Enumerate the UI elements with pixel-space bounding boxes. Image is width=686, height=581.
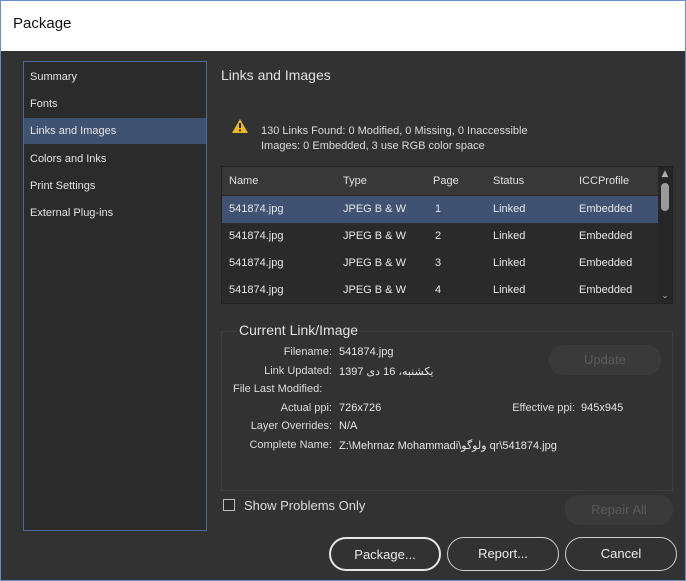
table-row[interactable]: 541874.jpg JPEG B & W 3 Linked Embedded [222, 250, 658, 277]
table-scrollbar[interactable]: ▲ ⌄ [658, 167, 672, 303]
cell-name: 541874.jpg [229, 203, 284, 215]
update-button[interactable]: Update [549, 345, 661, 375]
report-button[interactable]: Report... [447, 537, 559, 571]
actual-ppi-value: 726x726 [339, 402, 382, 414]
filename-label: Filename: [283, 346, 332, 358]
cell-name: 541874.jpg [229, 284, 284, 296]
layer-overrides-label: Layer Overrides: [250, 420, 332, 432]
cell-status: Linked [493, 284, 526, 296]
repair-all-button[interactable]: Repair All [565, 495, 673, 525]
cell-status: Linked [493, 230, 526, 242]
column-header-page[interactable]: Page [433, 167, 459, 195]
cell-page: 2 [435, 230, 442, 242]
cell-iccprofile: Embedded [579, 230, 633, 242]
sidebar: Summary Fonts Links and Images Colors an… [23, 61, 207, 531]
cell-status: Linked [493, 203, 526, 215]
filename-value: 541874.jpg [339, 346, 394, 358]
sidebar-item-links-and-images[interactable]: Links and Images [24, 118, 206, 144]
scrollbar-thumb[interactable] [661, 183, 669, 211]
cell-page: 3 [435, 257, 442, 269]
cancel-button[interactable]: Cancel [565, 537, 677, 571]
sidebar-item-print-settings[interactable]: Print Settings [24, 173, 206, 199]
effective-ppi-label: Effective ppi: [512, 402, 575, 414]
sidebar-item-external-plug-ins[interactable]: External Plug-ins [24, 200, 206, 226]
link-updated-value: یکشنبه، 16 دی 1397 [339, 366, 434, 378]
table-row[interactable]: 541874.jpg JPEG B & W 1 Linked Embedded [222, 196, 658, 223]
window-title: Package [13, 15, 72, 32]
table-row[interactable]: 541874.jpg JPEG B & W 2 Linked Embedded [222, 223, 658, 250]
scroll-up-arrow-icon[interactable]: ▲ [660, 169, 670, 179]
cell-type: JPEG B & W [343, 203, 406, 215]
cell-iccprofile: Embedded [579, 284, 633, 296]
cell-name: 541874.jpg [229, 230, 284, 242]
effective-ppi-value: 945x945 [581, 402, 624, 414]
sidebar-item-summary[interactable]: Summary [24, 64, 206, 90]
link-updated-label: Link Updated: [264, 365, 332, 377]
links-summary: 130 Links Found: 0 Modified, 0 Missing, … [261, 125, 528, 137]
actual-ppi-label: Actual ppi: [280, 402, 332, 414]
package-button[interactable]: Package... [329, 537, 441, 571]
links-table: Name Type Page Status ICCProfile 541874.… [221, 166, 673, 304]
cell-name: 541874.jpg [229, 257, 284, 269]
title-bar: Package [1, 1, 685, 51]
column-header-type[interactable]: Type [343, 167, 367, 195]
column-header-name[interactable]: Name [229, 167, 258, 195]
cell-status: Linked [493, 257, 526, 269]
sidebar-item-fonts[interactable]: Fonts [24, 91, 206, 117]
section-title: Links and Images [221, 67, 331, 83]
warning-triangle-icon [232, 119, 248, 133]
cell-type: JPEG B & W [343, 230, 406, 242]
cell-type: JPEG B & W [343, 257, 406, 269]
cell-page: 1 [435, 203, 442, 215]
images-summary: Images: 0 Embedded, 3 use RGB color spac… [261, 140, 485, 152]
layer-overrides-value: N/A [339, 420, 358, 432]
show-problems-only-checkbox[interactable] [223, 499, 235, 511]
show-problems-only-label[interactable]: Show Problems Only [244, 498, 365, 513]
column-header-iccprofile[interactable]: ICCProfile [579, 167, 629, 195]
scroll-down-arrow-icon[interactable]: ⌄ [660, 291, 670, 301]
table-header: Name Type Page Status ICCProfile [222, 167, 658, 195]
cell-iccprofile: Embedded [579, 203, 633, 215]
current-link-title: Current Link/Image [237, 322, 361, 338]
table-row[interactable]: 541874.jpg JPEG B & W 4 Linked Embedded [222, 277, 658, 303]
cell-iccprofile: Embedded [579, 257, 633, 269]
complete-name-value: Z:\Mehrnaz Mohammadi\ولوگو qr\541874.jpg [339, 440, 557, 452]
column-header-status[interactable]: Status [493, 167, 524, 195]
file-last-modified-label: File Last Modified: [233, 383, 323, 395]
sidebar-item-colors-and-inks[interactable]: Colors and Inks [24, 146, 206, 172]
complete-name-label: Complete Name: [249, 439, 332, 451]
package-dialog: Package Summary Fonts Links and Images C… [0, 0, 686, 581]
cell-page: 4 [435, 284, 442, 296]
cell-type: JPEG B & W [343, 284, 406, 296]
